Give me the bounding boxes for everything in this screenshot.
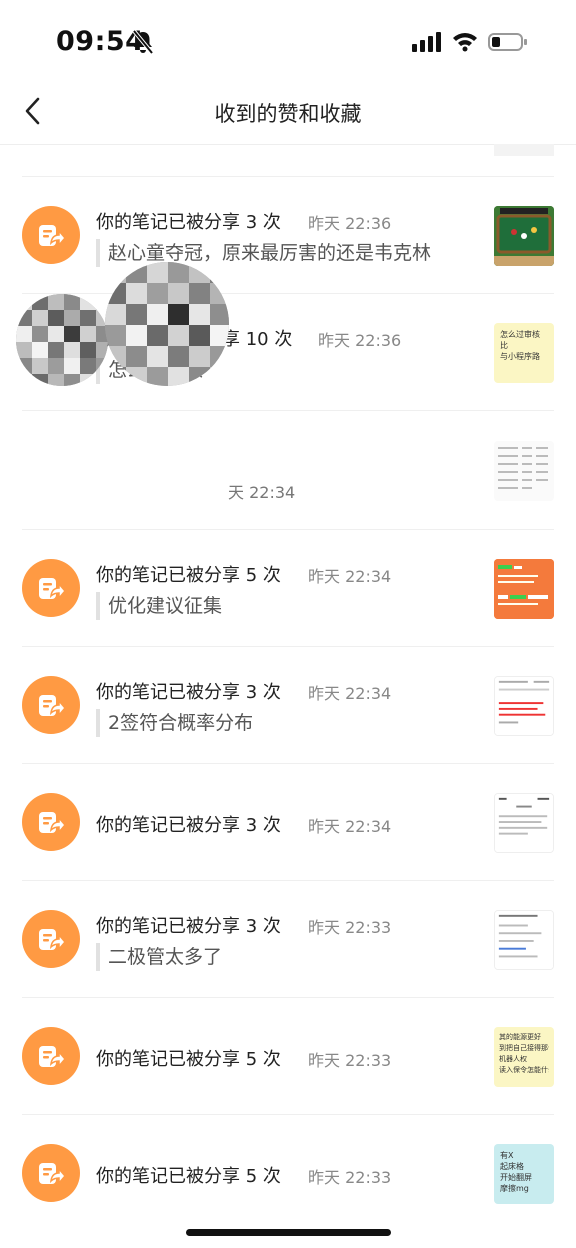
- notification-time: 昨天 22:34: [308, 684, 392, 703]
- pixelated-avatar-overlay: [16, 262, 229, 386]
- thumbnail-text: 起床格: [500, 1162, 524, 1171]
- note-thumbnail[interactable]: [494, 676, 554, 736]
- notification-title: 你的笔记已被分享 5 次: [96, 565, 281, 586]
- note-thumbnail[interactable]: 其的能源更好 到把自己接得那个 机器人权 读入保令怎能什么: [494, 1027, 554, 1087]
- battery-icon: [488, 33, 527, 51]
- cellular-signal-icon: [412, 32, 441, 52]
- note-share-icon: [39, 695, 65, 718]
- thumbnail-text: 有X: [500, 1151, 514, 1160]
- thumbnail-text: 到把自己接得那个: [499, 1044, 549, 1052]
- partial-thumbnail: [494, 144, 554, 156]
- thumbnail-text: 摩擦mg: [500, 1184, 529, 1193]
- notification-time: 天 22:34: [228, 483, 296, 502]
- document-screenshot-thumbnail: [495, 677, 553, 735]
- share-notification-avatar: [22, 676, 80, 734]
- list-item[interactable]: 天 22:34: [0, 411, 576, 530]
- list-item[interactable]: 你的笔记已被分享 5 次 昨天 22:33 其的能源更好 到把自己接得那个 机器…: [0, 998, 576, 1115]
- note-share-icon: [39, 1163, 65, 1186]
- note-share-icon: [39, 578, 65, 601]
- note-thumbnail[interactable]: [494, 559, 554, 619]
- page-title: 收到的赞和收藏: [214, 102, 362, 126]
- note-title-quote: 二极管太多了: [96, 943, 222, 971]
- thumbnail-text: 怎么过审核: [500, 330, 540, 339]
- note-thumbnail[interactable]: 有X 起床格 开始翻屏 摩擦mg: [494, 1144, 554, 1204]
- notification-title: 你的笔记已被分享 3 次: [96, 212, 281, 233]
- table-screenshot-thumbnail: [494, 441, 554, 501]
- share-notification-avatar: [22, 1144, 80, 1202]
- orange-note-thumbnail: [494, 559, 554, 619]
- notification-title: 你的笔记已被分享 3 次: [96, 815, 281, 836]
- thumbnail-text: 其的能源更好: [499, 1033, 541, 1041]
- share-notification-avatar: [22, 206, 80, 264]
- note-share-icon: [39, 812, 65, 835]
- status-bar: 09:54: [0, 0, 576, 80]
- notification-time: 昨天 22:33: [308, 918, 392, 937]
- note-share-icon: [39, 225, 65, 248]
- notification-title: 你的笔记已被分享 5 次: [96, 1166, 281, 1187]
- wifi-icon: [453, 33, 477, 52]
- note-title-quote: 2签符合概率分布: [96, 709, 253, 737]
- note-thumbnail[interactable]: [494, 793, 554, 853]
- share-notification-avatar: [22, 910, 80, 968]
- list-item[interactable]: 你的笔记已被分享 3 次 昨天 22:34 2签符合概率分布: [0, 647, 576, 764]
- thumbnail-text: 比: [500, 341, 508, 350]
- thumbnail-text: 读入保令怎能什么: [499, 1066, 549, 1074]
- notification-time: 昨天 22:34: [308, 567, 392, 586]
- note-title-quote: 优化建议征集: [96, 592, 222, 620]
- bell-muted-icon: [132, 30, 154, 54]
- share-notification-avatar: [22, 793, 80, 851]
- list-item[interactable]: 你的笔记已被分享 5 次 昨天 22:34 优化建议征集: [0, 530, 576, 647]
- form-screenshot-thumbnail: [495, 911, 553, 969]
- note-share-icon: [39, 1046, 65, 1069]
- thumbnail-text: 与小程序路: [500, 352, 540, 361]
- nav-bar: 收到的赞和收藏: [0, 80, 576, 145]
- thumbnail-text: 机器人权: [499, 1055, 527, 1063]
- list-item[interactable]: 你的笔记已被分享 3 次 昨天 22:33 二极管太多了: [0, 881, 576, 998]
- list-item[interactable]: 你的笔记已被分享 3 次 昨天 22:34: [0, 764, 576, 881]
- note-share-icon: [39, 929, 65, 952]
- notification-time: 昨天 22:36: [318, 331, 402, 350]
- notification-title: 你的笔记已被分享 3 次: [96, 682, 281, 703]
- home-indicator: [186, 1229, 391, 1236]
- note-thumbnail[interactable]: [494, 441, 554, 501]
- share-notification-avatar: [22, 1027, 80, 1085]
- notification-time: 昨天 22:33: [308, 1168, 392, 1187]
- phone-screenshot-thumbnail: [495, 794, 553, 852]
- list-item[interactable]: 你的笔记已被分享 5 次 昨天 22:33 有X 起床格 开始翻屏 摩擦mg: [0, 1115, 576, 1232]
- note-thumbnail[interactable]: [494, 910, 554, 970]
- notification-time: 昨天 22:34: [308, 817, 392, 836]
- thumbnail-text: 开始翻屏: [500, 1173, 532, 1182]
- notification-time: 昨天 22:36: [308, 214, 392, 233]
- note-thumbnail[interactable]: 怎么过审核 比 与小程序路: [494, 323, 554, 383]
- notification-title: 你的笔记已被分享 5 次: [96, 1049, 281, 1070]
- note-thumbnail[interactable]: [494, 206, 554, 266]
- notification-title: 你的笔记已被分享 3 次: [96, 916, 281, 937]
- share-notification-avatar: [22, 559, 80, 617]
- snooker-game-thumbnail: [494, 206, 554, 266]
- notification-time: 昨天 22:33: [308, 1051, 392, 1070]
